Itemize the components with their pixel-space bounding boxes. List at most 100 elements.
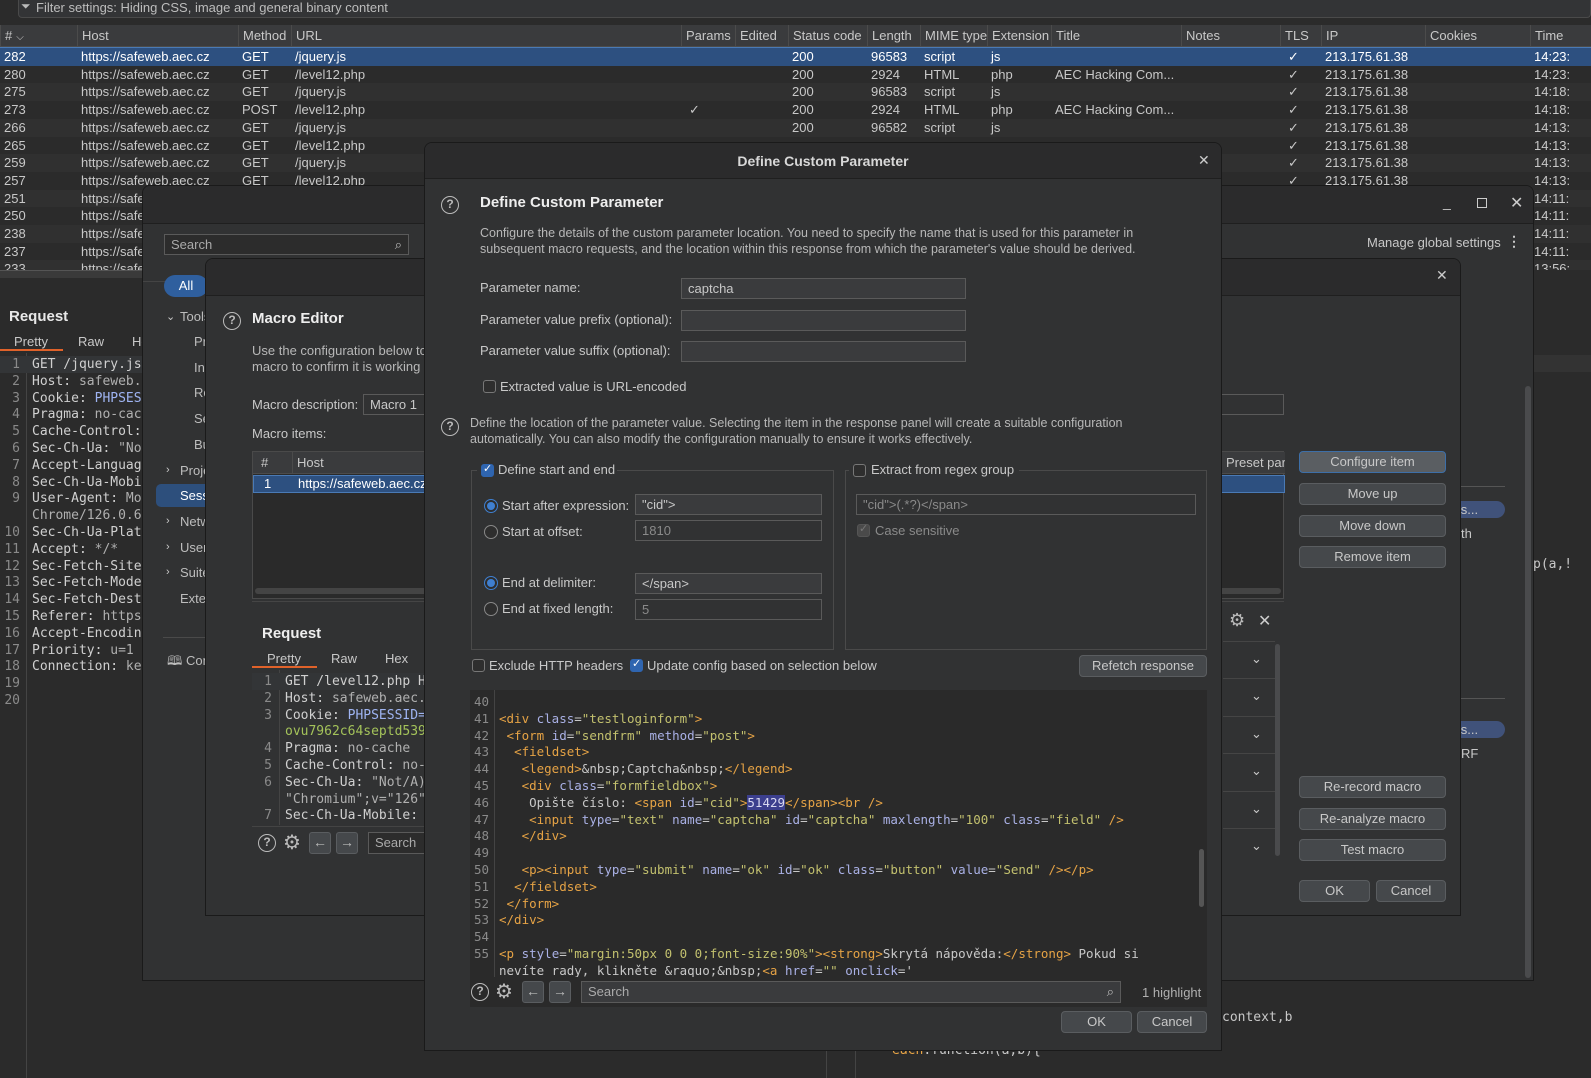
help-icon[interactable]: ? <box>471 983 489 1001</box>
previous-arrow-icon[interactable]: ← <box>309 832 331 854</box>
start-after-expression-radio[interactable] <box>484 499 498 513</box>
filter-bar[interactable]: ⏷ Filter settings: Hiding CSS, image and… <box>18 0 1591 18</box>
end-at-delimiter-input[interactable]: </span> <box>635 573 822 594</box>
ok-button[interactable]: OK <box>1299 880 1370 902</box>
column-header-cookies[interactable]: Cookies <box>1425 25 1530 47</box>
column-header-notes[interactable]: Notes <box>1181 25 1280 47</box>
column-header-title[interactable]: Title <box>1051 25 1181 47</box>
column-header-tls[interactable]: TLS <box>1280 25 1321 47</box>
parameter-suffix-input[interactable] <box>681 341 966 362</box>
column-header-method[interactable]: Method <box>238 25 291 47</box>
chevron-down-icon[interactable]: ⌄ <box>1251 763 1262 779</box>
ok-button[interactable]: OK <box>1061 1011 1132 1033</box>
previous-arrow-icon[interactable]: ← <box>522 981 544 1003</box>
regex-input[interactable]: "cid">(.*?)</span> <box>856 494 1196 515</box>
end-at-fixed-length-input[interactable]: 5 <box>635 599 822 620</box>
column-header-preset-params[interactable]: Preset para <box>1221 452 1285 474</box>
chevron-down-icon[interactable]: ⌄ <box>1251 801 1262 817</box>
close-icon[interactable]: ✕ <box>1510 193 1523 213</box>
tab-raw[interactable]: Raw <box>331 651 357 666</box>
cancel-button[interactable]: Cancel <box>1137 1011 1207 1033</box>
table-row[interactable]: 275 https://safeweb.aec.cz GET/jquery.js 20… <box>0 83 1591 102</box>
rerecord-macro-button[interactable]: Re-record macro <box>1299 776 1446 798</box>
move-down-button[interactable]: Move down <box>1299 515 1446 537</box>
gear-icon[interactable]: ⚙ <box>495 979 513 1004</box>
request-editor[interactable]: 1 GET /jquery.js 2 Host: safeweb. 3 Cookie: P… <box>0 356 142 756</box>
start-after-expression-input[interactable]: "cid"> <box>635 494 822 515</box>
settings-scrollbar[interactable] <box>1525 386 1531 978</box>
next-arrow-icon[interactable]: → <box>336 832 358 854</box>
minimize-icon[interactable]: _ <box>1443 194 1451 210</box>
close-icon[interactable]: ✕ <box>1258 611 1271 631</box>
case-sensitive-checkbox[interactable] <box>857 522 870 537</box>
chevron-down-icon[interactable]: ⌄ <box>1251 651 1262 667</box>
chevron-right-icon[interactable]: › <box>166 541 170 553</box>
column-header-ip[interactable]: IP <box>1321 25 1425 47</box>
maximize-icon[interactable] <box>1477 198 1487 208</box>
help-icon[interactable]: ? <box>441 196 459 214</box>
column-header-status[interactable]: Status code <box>788 25 867 47</box>
gear-icon[interactable]: ⚙ <box>283 830 301 855</box>
request-editor[interactable]: 1 GET /level12.php H 2 Host: safeweb.aec. 3 C… <box>252 673 432 825</box>
chevron-down-icon[interactable]: ⌄ <box>1251 688 1262 704</box>
url-encoded-checkbox[interactable] <box>483 380 496 393</box>
update-config-checkbox[interactable] <box>630 657 643 672</box>
chevron-right-icon[interactable]: › <box>166 515 170 527</box>
response-search-input[interactable]: Search ⌕ <box>581 981 1121 1003</box>
reanalyze-macro-button[interactable]: Re-analyze macro <box>1299 808 1446 830</box>
cell-ext: js <box>991 84 1001 100</box>
tab-pretty[interactable]: Pretty <box>14 334 48 349</box>
table-row[interactable]: 266 https://safeweb.aec.cz GET/jquery.js 20… <box>0 118 1591 137</box>
close-icon[interactable]: ✕ <box>1198 152 1210 169</box>
end-at-delimiter-radio[interactable] <box>484 576 498 590</box>
table-row[interactable]: 280 https://safeweb.aec.cz GET/level12.php… <box>0 65 1591 84</box>
gear-icon[interactable]: ⚙ <box>1229 610 1245 631</box>
remove-item-button[interactable]: Remove item <box>1299 546 1446 568</box>
settings-search-input[interactable]: Search ⌕ <box>164 234 409 255</box>
test-macro-button[interactable]: Test macro <box>1299 839 1446 861</box>
column-header-time[interactable]: Time <box>1530 25 1591 47</box>
chevron-right-icon[interactable]: › <box>166 464 170 476</box>
parameter-prefix-input[interactable] <box>681 310 966 331</box>
move-up-button[interactable]: Move up <box>1299 483 1446 505</box>
table-row[interactable]: 282 https://safeweb.aec.cz GET/jquery.js 20… <box>0 47 1591 67</box>
start-at-offset-input[interactable]: 1810 <box>635 520 822 541</box>
inspector-scrollbar[interactable] <box>1275 644 1280 856</box>
column-header-id[interactable]: # ⌵ <box>0 25 77 47</box>
table-row[interactable]: 273 https://safeweb.aec.cz POST/level12.ph… <box>0 101 1591 120</box>
column-header-host[interactable]: Host <box>77 25 238 47</box>
exclude-http-headers-checkbox[interactable] <box>472 659 485 672</box>
close-icon[interactable]: ✕ <box>1436 267 1448 284</box>
response-editor[interactable]: 40 41 <div class="testloginform"> 42 <form … <box>470 690 1207 977</box>
next-arrow-icon[interactable]: → <box>549 981 571 1003</box>
chevron-down-icon[interactable]: ⌄ <box>166 310 175 323</box>
column-header-mime[interactable]: MIME type <box>920 25 987 47</box>
start-at-offset-radio[interactable] <box>484 525 498 539</box>
refetch-response-button[interactable]: Refetch response <box>1079 655 1207 677</box>
cancel-button[interactable]: Cancel <box>1376 880 1446 902</box>
extract-regex-checkbox[interactable] <box>853 464 866 477</box>
parameter-name-input[interactable]: captcha <box>681 278 966 299</box>
tab-pretty[interactable]: Pretty <box>267 651 301 666</box>
column-header-ext[interactable]: Extension <box>987 25 1051 47</box>
help-icon[interactable]: ? <box>223 312 241 330</box>
column-header-length[interactable]: Length <box>867 25 920 47</box>
chevron-down-icon[interactable]: ⌄ <box>1251 838 1262 854</box>
column-header-number[interactable]: # <box>253 452 292 474</box>
column-header-params[interactable]: Params <box>681 25 735 47</box>
manage-global-settings-link[interactable]: Manage global settings <box>1367 235 1501 250</box>
table-horizontal-scrollbar[interactable] <box>0 270 142 278</box>
column-header-url[interactable]: URL <box>291 25 681 47</box>
column-header-edited[interactable]: Edited <box>735 25 788 47</box>
chevron-down-icon[interactable]: ⌄ <box>1251 726 1262 742</box>
more-vertical-icon[interactable]: ⋮ <box>1507 233 1521 250</box>
help-icon[interactable]: ? <box>441 418 459 436</box>
help-icon[interactable]: ? <box>258 834 276 852</box>
chevron-right-icon[interactable]: › <box>166 566 170 578</box>
configure-item-button[interactable]: Configure item <box>1299 451 1446 473</box>
tab-hex[interactable]: Hex <box>385 651 408 666</box>
tab-raw[interactable]: Raw <box>78 334 104 349</box>
end-at-fixed-length-radio[interactable] <box>484 602 498 616</box>
define-start-end-checkbox[interactable] <box>481 462 494 477</box>
filter-all-pill[interactable]: All <box>164 275 208 297</box>
